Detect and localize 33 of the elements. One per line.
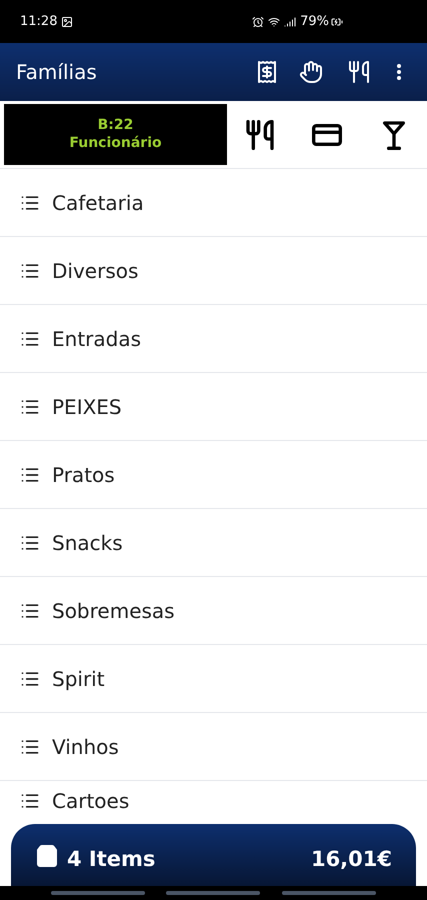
family-item[interactable]: Diversos [0, 237, 427, 305]
table-number: B:22 [98, 117, 134, 134]
family-item[interactable]: Cafetaria [0, 169, 427, 237]
gallery-icon [61, 16, 74, 28]
family-item[interactable]: PEIXES [0, 373, 427, 441]
nav-bar-handle[interactable] [282, 891, 376, 895]
family-item[interactable]: Vinhos [0, 713, 427, 781]
staff-name: Funcionário [69, 134, 162, 152]
battery-percent: 79% [300, 12, 329, 31]
nav-bar-handle[interactable] [50, 891, 145, 895]
wifi-icon [268, 16, 280, 28]
signal-icon [284, 16, 296, 28]
cart-bar[interactable]: 4 Items 16,01€ [11, 824, 416, 886]
receipt-icon [255, 60, 279, 84]
family-item[interactable]: Cartoes [0, 781, 427, 821]
table-badge[interactable]: B:22 Funcionário [4, 104, 227, 165]
family-item[interactable]: Snacks [0, 509, 427, 577]
utensils-icon [244, 118, 276, 150]
battery-icon [331, 16, 343, 28]
app-title: Famílias [16, 59, 98, 86]
hand-icon [299, 60, 323, 84]
family-item[interactable]: Entradas [0, 305, 427, 373]
utensils-icon [347, 60, 371, 84]
alarm-icon [252, 16, 264, 28]
status-time: 11:28 [20, 12, 58, 31]
menu-icon [397, 64, 401, 80]
family-item[interactable]: Pratos [0, 441, 427, 509]
nav-bar-handle[interactable] [166, 891, 260, 895]
cart-count: 4 Items [67, 846, 156, 873]
family-item[interactable]: Spirit [0, 645, 427, 713]
utensils-button[interactable] [244, 118, 276, 150]
cart-total: 16,01€ [310, 846, 392, 873]
family-item[interactable]: Sobremesas [0, 577, 427, 645]
